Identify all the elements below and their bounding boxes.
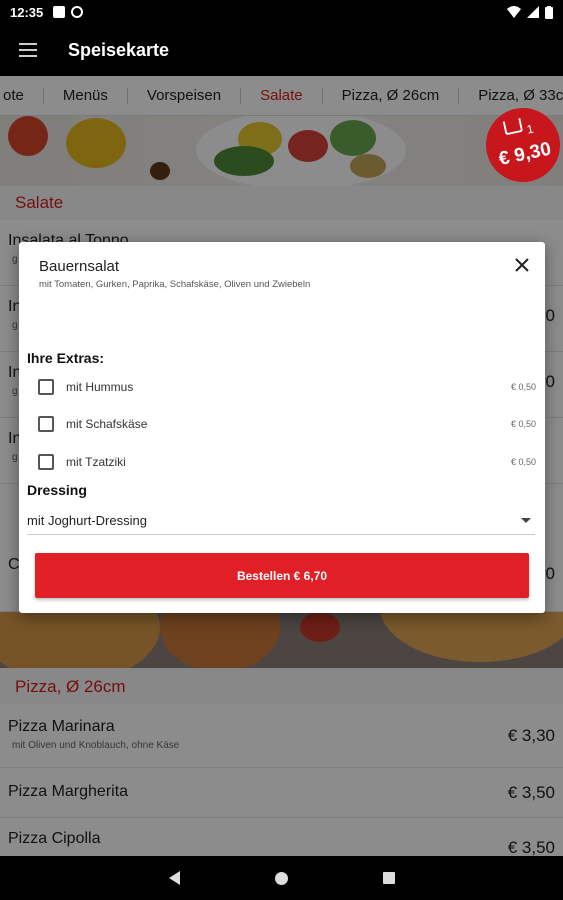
extra-option[interactable]: mit Tzatziki € 0,50 bbox=[19, 449, 545, 475]
hamburger-menu-icon[interactable] bbox=[0, 24, 56, 76]
chevron-down-icon bbox=[521, 518, 531, 523]
wifi-icon bbox=[507, 6, 521, 18]
app-bar: Speisekarte bbox=[0, 24, 563, 76]
cart-total: € 9,30 bbox=[496, 138, 553, 171]
extra-label: mit Hummus bbox=[66, 380, 134, 394]
system-nav-bar bbox=[0, 856, 563, 900]
cart-count: 1 bbox=[525, 121, 535, 137]
extra-label: mit Tzatziki bbox=[66, 455, 126, 469]
status-bar: 12:35 bbox=[0, 0, 563, 24]
extra-checkbox[interactable] bbox=[38, 379, 54, 395]
cart-icon bbox=[502, 117, 524, 136]
order-button[interactable]: Bestellen € 6,70 bbox=[35, 553, 529, 598]
dressing-selected-value: mit Joghurt-Dressing bbox=[27, 513, 147, 528]
dialog-subtitle: mit Tomaten, Gurken, Paprika, Schafskäse… bbox=[39, 279, 311, 290]
extras-heading: Ihre Extras: bbox=[27, 350, 105, 366]
close-icon[interactable] bbox=[513, 256, 531, 274]
home-icon[interactable] bbox=[274, 871, 288, 885]
extra-price: € 0,50 bbox=[510, 382, 536, 392]
battery-icon bbox=[545, 5, 553, 19]
extra-option[interactable]: mit Hummus € 0,50 bbox=[19, 374, 545, 400]
extra-price: € 0,50 bbox=[510, 457, 536, 467]
dressing-heading: Dressing bbox=[27, 482, 87, 498]
extra-option[interactable]: mit Schafskäse € 0,50 bbox=[19, 411, 545, 437]
page-title: Speisekarte bbox=[68, 39, 170, 60]
signal-icon bbox=[527, 6, 539, 18]
sync-icon bbox=[71, 6, 84, 18]
extra-label: mit Schafskäse bbox=[66, 417, 148, 431]
status-time: 12:35 bbox=[10, 4, 44, 20]
sd-card-icon bbox=[53, 6, 66, 18]
extra-price: € 0,50 bbox=[510, 419, 536, 429]
dialog-title: Bauernsalat bbox=[39, 258, 120, 275]
dressing-select[interactable]: mit Joghurt-Dressing bbox=[27, 507, 535, 535]
extra-checkbox[interactable] bbox=[38, 416, 54, 432]
recent-apps-icon[interactable] bbox=[382, 872, 395, 884]
extras-dialog: Bauernsalat mit Tomaten, Gurken, Paprika… bbox=[19, 242, 545, 613]
back-icon[interactable] bbox=[168, 871, 180, 885]
extra-checkbox[interactable] bbox=[38, 454, 54, 470]
